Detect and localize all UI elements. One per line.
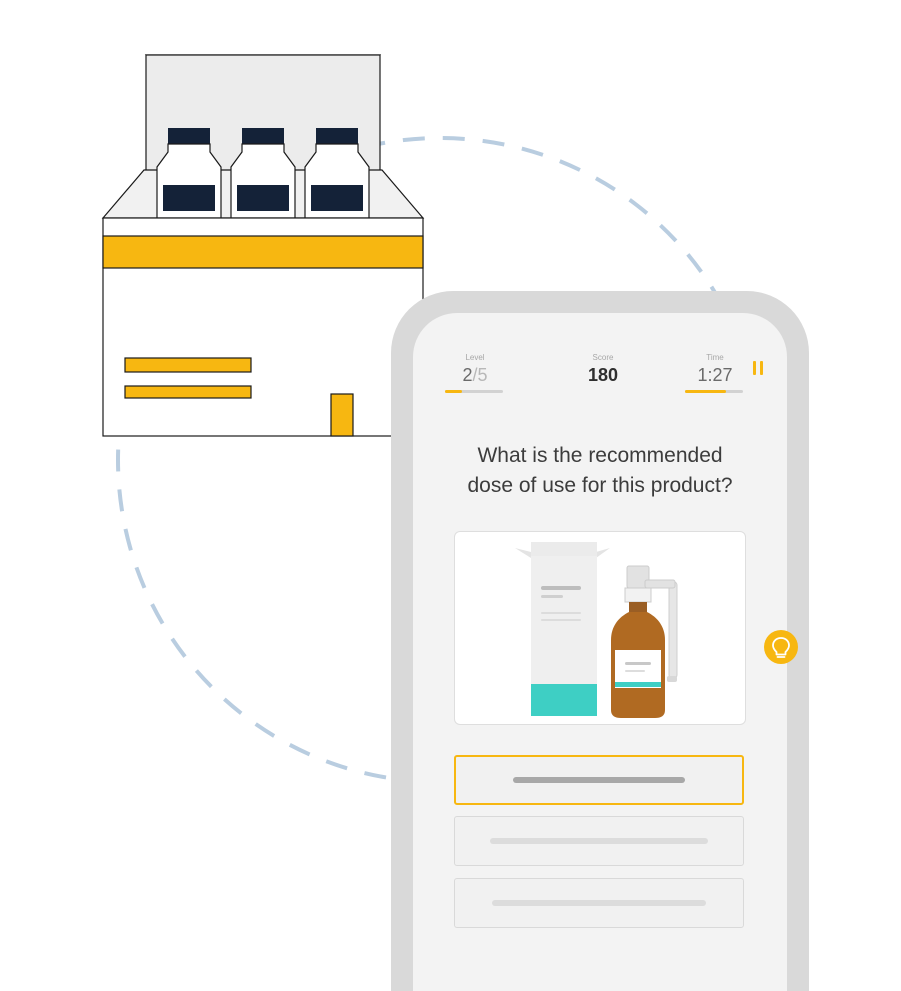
answer-placeholder [490,838,708,844]
level-total: /5 [472,365,488,385]
product-image [454,531,746,725]
level-progress-bar [445,390,503,393]
score-value: 180 [587,365,619,385]
box-label-line [124,385,252,399]
product-illustration [515,542,678,718]
bottle-label-line [625,670,645,672]
package-flap [515,548,531,558]
package-text-line [541,619,581,621]
spray-collar [624,587,652,603]
answer-option-1[interactable] [454,755,744,805]
package-teal-band [531,684,597,716]
pause-icon[interactable] [753,361,763,375]
answer-placeholder [513,777,685,783]
score-label: Score [592,353,614,362]
package-text-line [541,612,581,614]
package-top [531,542,597,556]
package-text-line [541,595,563,598]
time-value: 1:27 [697,365,733,385]
question-line: dose of use for this product? [467,474,733,497]
phone: Level 2/5 Score 180 Time 1:27 What is th… [391,291,809,991]
spray-nozzle-arm [644,579,676,589]
medicine-box [101,54,425,437]
level-current: 2 [462,365,473,385]
box-tab [330,393,354,437]
package-flap [596,548,610,558]
question-text: What is the recommended dose of use for … [443,441,757,501]
package-text-line [541,586,581,590]
time-progress-bar [685,390,743,393]
spray-nozzle-tip [667,676,677,682]
time-stat: Time 1:27 [685,353,745,386]
spray-nozzle-tube [668,581,678,679]
box-stripe [102,235,424,269]
answer-option-2[interactable] [454,816,744,866]
level-stat: Level 2/5 [445,353,505,386]
lightbulb-icon [772,637,790,658]
box-label-line [124,357,252,373]
bottle-neck [629,602,647,612]
time-progress-fill [685,390,726,393]
question-line: What is the recommended [477,444,723,467]
level-value: 2/5 [445,364,505,386]
score-stat: Score 180 [568,353,638,386]
answer-option-3[interactable] [454,878,744,928]
answer-placeholder [492,900,706,906]
level-progress-fill [445,390,463,393]
bottle-label-line [625,662,651,665]
bottle-label-band [615,682,661,687]
time-label: Time [706,353,724,362]
quiz-screen: Level 2/5 Score 180 Time 1:27 What is th… [413,313,787,991]
level-label: Level [465,353,485,362]
hint-button[interactable] [764,630,798,664]
